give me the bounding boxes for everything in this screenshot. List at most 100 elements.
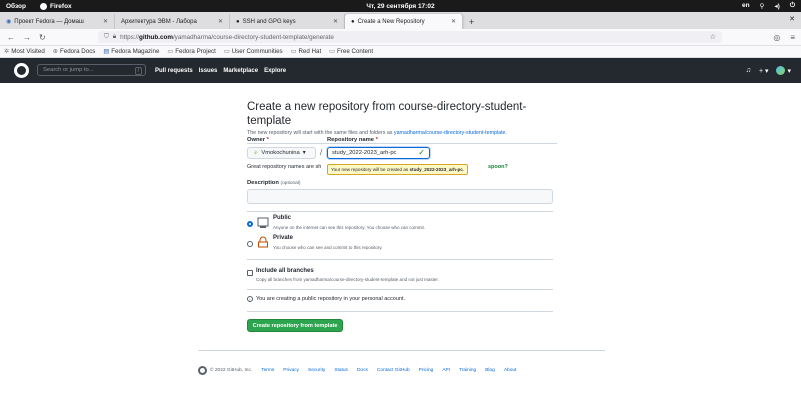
folder-icon: ▭ [167,48,174,55]
network-icon[interactable]: ⚲ [760,2,765,10]
checkmark-icon: ✓ [418,148,425,157]
footer-link-about[interactable]: About [504,368,517,373]
nav-explore[interactable]: Explore [264,68,286,74]
owner-select[interactable]: ⚘ Vmokochunina ▾ [247,147,316,159]
app-menu[interactable]: Firefox [40,2,72,10]
private-description: You choose who can see and commit to thi… [273,245,383,250]
footer-link-pricing[interactable]: Pricing [419,368,434,373]
url-text: https://github.com/yamadharma/course-dir… [120,33,334,41]
github-logo-icon[interactable] [14,63,29,78]
chevron-down-icon: ▾ [787,67,791,75]
page-title: Create a new repository from course-dire… [247,101,527,127]
nav-issues[interactable]: Issues [199,68,218,74]
footer-link-privacy[interactable]: Privacy [283,368,299,373]
nav-pull-requests[interactable]: Pull requests [155,68,193,74]
close-icon[interactable]: ✕ [451,18,456,25]
search-placeholder: Search or jump to... [43,67,94,73]
user-menu[interactable]: ▾ [776,66,791,75]
footer-link-training[interactable]: Training [459,368,476,373]
tab-create-repo[interactable]: ● Create a New Repository ✕ [345,14,463,29]
bookmarks-bar: ✲ Most Visited ⊕ Fedora Docs ▤ Fedora Magaz… [0,46,801,58]
chevron-down-icon: ▾ [302,150,306,156]
bookmark-red-hat[interactable]: ▭ Red Hat [291,48,322,55]
public-radio[interactable] [247,221,253,227]
repo-name-value: study_2022-2023_arh-pc [332,150,397,156]
footer-copyright: © 2022 GitHub, Inc. [198,366,252,375]
nav-marketplace[interactable]: Marketplace [223,68,258,74]
close-icon[interactable]: ✕ [218,18,223,25]
footer-link-status[interactable]: Status [334,368,348,373]
footer-divider [198,350,605,351]
close-icon[interactable]: ✕ [103,18,108,25]
bookmark-most-visited[interactable]: ✲ Most Visited [4,48,45,55]
tab-architecture[interactable]: Архитектура ЭВМ - Лабора ✕ [115,14,230,29]
reload-icon[interactable]: ↻ [39,33,46,42]
public-title: Public [273,215,292,221]
description-input[interactable] [247,189,553,204]
bookmark-free-content[interactable]: ▭ Free Content [329,48,373,55]
tab-label: Create a New Repository [357,18,425,25]
include-branches-description: Copy all branches from yamadharma/course… [256,277,439,282]
repo-public-icon [257,217,269,228]
footer-link-contact[interactable]: Contact GitHub [377,368,410,373]
repo-name-input[interactable]: study_2022-2023_arh-pc ✓ [327,147,430,159]
visibility-info: i You are creating a public repository i… [247,296,405,302]
footer-link-blog[interactable]: Blog [485,368,495,373]
footer: © 2022 GitHub, Inc. Terms Privacy Securi… [198,366,516,375]
bookmark-star-icon[interactable]: ☆ [710,33,716,41]
tab-ssh-keys[interactable]: ● SSH and GPG keys ✕ [230,14,345,29]
tab-label: Архитектура ЭВМ - Лабора [121,18,197,25]
github-logo-icon[interactable] [198,366,207,375]
footer-link-api[interactable]: API [442,368,450,373]
folder-icon: ▭ [329,48,336,55]
footer-link-security[interactable]: Security [308,368,325,373]
divider [247,211,553,212]
new-tab-button[interactable]: + [463,14,480,29]
owner-value: Vmokochunina [261,150,300,156]
lock-icon [258,236,268,248]
public-description: Anyone on the internet can see this repo… [273,225,426,230]
template-link[interactable]: yamadharma/course-directory-student-temp… [394,130,506,136]
bookmark-fedora-project[interactable]: ▭ Fedora Project [167,48,215,55]
close-icon[interactable]: ✕ [333,18,338,25]
activities-button[interactable]: Обзор [6,3,26,10]
url-bar[interactable]: ⛉ 🔒︎ https://github.com/yamadharma/cours… [98,31,722,43]
owner-avatar-icon: ⚘ [253,150,259,157]
gear-icon: ✲ [4,48,10,55]
footer-link-terms[interactable]: Terms [261,368,274,373]
bookmark-fedora-docs[interactable]: ⊕ Fedora Docs [53,48,96,55]
tab-fedora[interactable]: ◉ Проект Fedora — Домаш ✕ [0,14,115,29]
back-icon[interactable]: ← [7,33,15,42]
search-input[interactable]: Search or jump to... / [37,64,146,76]
include-branches-title: Include all branches [256,268,314,274]
menu-icon[interactable]: ≡ [790,33,795,42]
window-close-icon[interactable]: ✕ [789,15,795,23]
pocket-icon[interactable]: ◎ [773,33,780,42]
owner-label: Owner * [247,137,269,143]
avatar [776,66,786,75]
folder-icon: ▭ [223,48,230,55]
shield-icon[interactable]: ⛉ [104,33,109,41]
github-header: Search or jump to... / Pull requests Iss… [0,58,801,83]
app-name: Firefox [50,2,72,10]
owner-repo-separator: / [320,148,323,157]
power-icon[interactable]: ⏻ [790,2,795,10]
bookmark-user-communities[interactable]: ▭ User Communities [224,48,283,55]
repo-name-label: Repository name * [327,137,378,143]
private-radio[interactable] [247,241,253,247]
plus-dropdown-icon[interactable]: + ▾ [759,67,769,75]
lock-icon[interactable]: 🔒︎ [113,33,116,41]
firefox-icon [40,2,47,10]
footer-link-docs[interactable]: Docs [357,368,368,373]
include-branches-checkbox[interactable] [247,270,253,276]
suggested-name[interactable]: spoon? [488,164,508,170]
forward-icon[interactable]: → [23,33,31,42]
volume-icon[interactable]: ◂) [774,2,779,10]
bookmark-fedora-magazine[interactable]: ▤ Fedora Magazine [103,48,159,55]
create-repository-button[interactable]: Create repository from template [247,319,343,332]
clock[interactable]: Чт, 29 сентября 17:02 [0,3,801,10]
page-subtitle: The new repository will start with the s… [247,130,507,136]
language-indicator[interactable]: en [742,2,750,10]
system-top-bar: Обзор Firefox Чт, 29 сентября 17:02 en ⚲… [0,0,801,12]
bell-icon[interactable]: ♫ [746,67,751,74]
